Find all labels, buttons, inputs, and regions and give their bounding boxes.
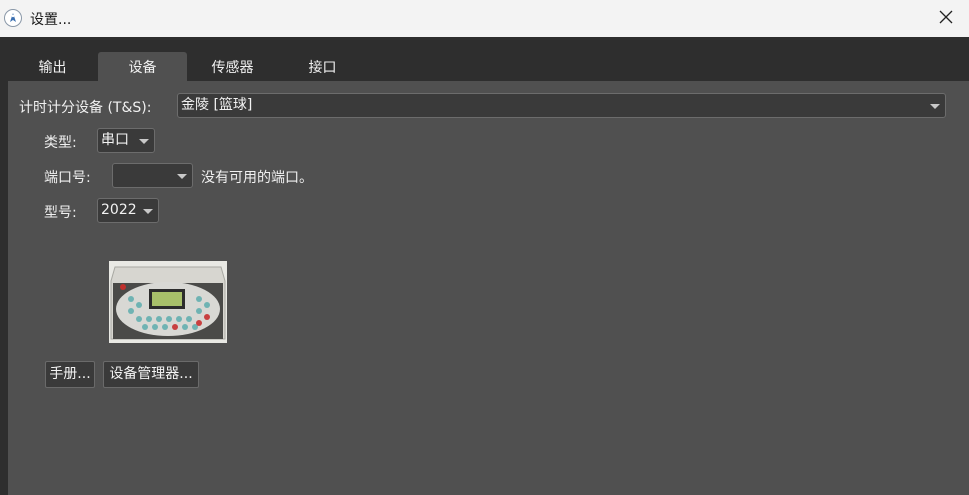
tab-device[interactable]: 设备	[98, 52, 187, 81]
chevron-down-icon	[177, 174, 187, 179]
tab-bar: 输出 设备 传感器 接口	[0, 37, 969, 81]
model-label: 型号:	[44, 205, 77, 221]
close-button[interactable]	[923, 0, 969, 37]
tab-interface[interactable]: 接口	[278, 52, 367, 81]
title-bar: 设置...	[0, 0, 969, 37]
port-status-message: 没有可用的端口。	[201, 170, 313, 186]
ts-device-select[interactable]: 金陵 [篮球]	[177, 93, 946, 118]
chevron-down-icon	[139, 139, 149, 144]
manual-button[interactable]: 手册...	[45, 361, 95, 388]
tab-output[interactable]: 输出	[8, 52, 97, 81]
type-select[interactable]: 串口	[97, 128, 155, 153]
model-select[interactable]: 2022	[97, 198, 159, 223]
device-panel: 计时计分设备 (T&S): 金陵 [篮球] 类型: 串口 端口号: 没有可用的端…	[8, 81, 969, 495]
window-title: 设置...	[30, 12, 72, 28]
device-manager-button[interactable]: 设备管理器...	[103, 361, 199, 388]
ts-device-value: 金陵 [篮球]	[181, 97, 253, 113]
type-label: 类型:	[44, 135, 77, 151]
app-icon	[4, 9, 22, 27]
ts-device-label: 计时计分设备 (T&S):	[19, 100, 152, 116]
model-value: 2022	[101, 202, 137, 218]
close-icon	[939, 10, 953, 28]
port-label: 端口号:	[44, 170, 91, 186]
scoreboard-controller-image	[109, 261, 227, 343]
tab-sensor[interactable]: 传感器	[188, 52, 277, 81]
chevron-down-icon	[930, 104, 940, 109]
type-value: 串口	[101, 132, 129, 148]
chevron-down-icon	[143, 209, 153, 214]
port-select[interactable]	[112, 163, 193, 188]
